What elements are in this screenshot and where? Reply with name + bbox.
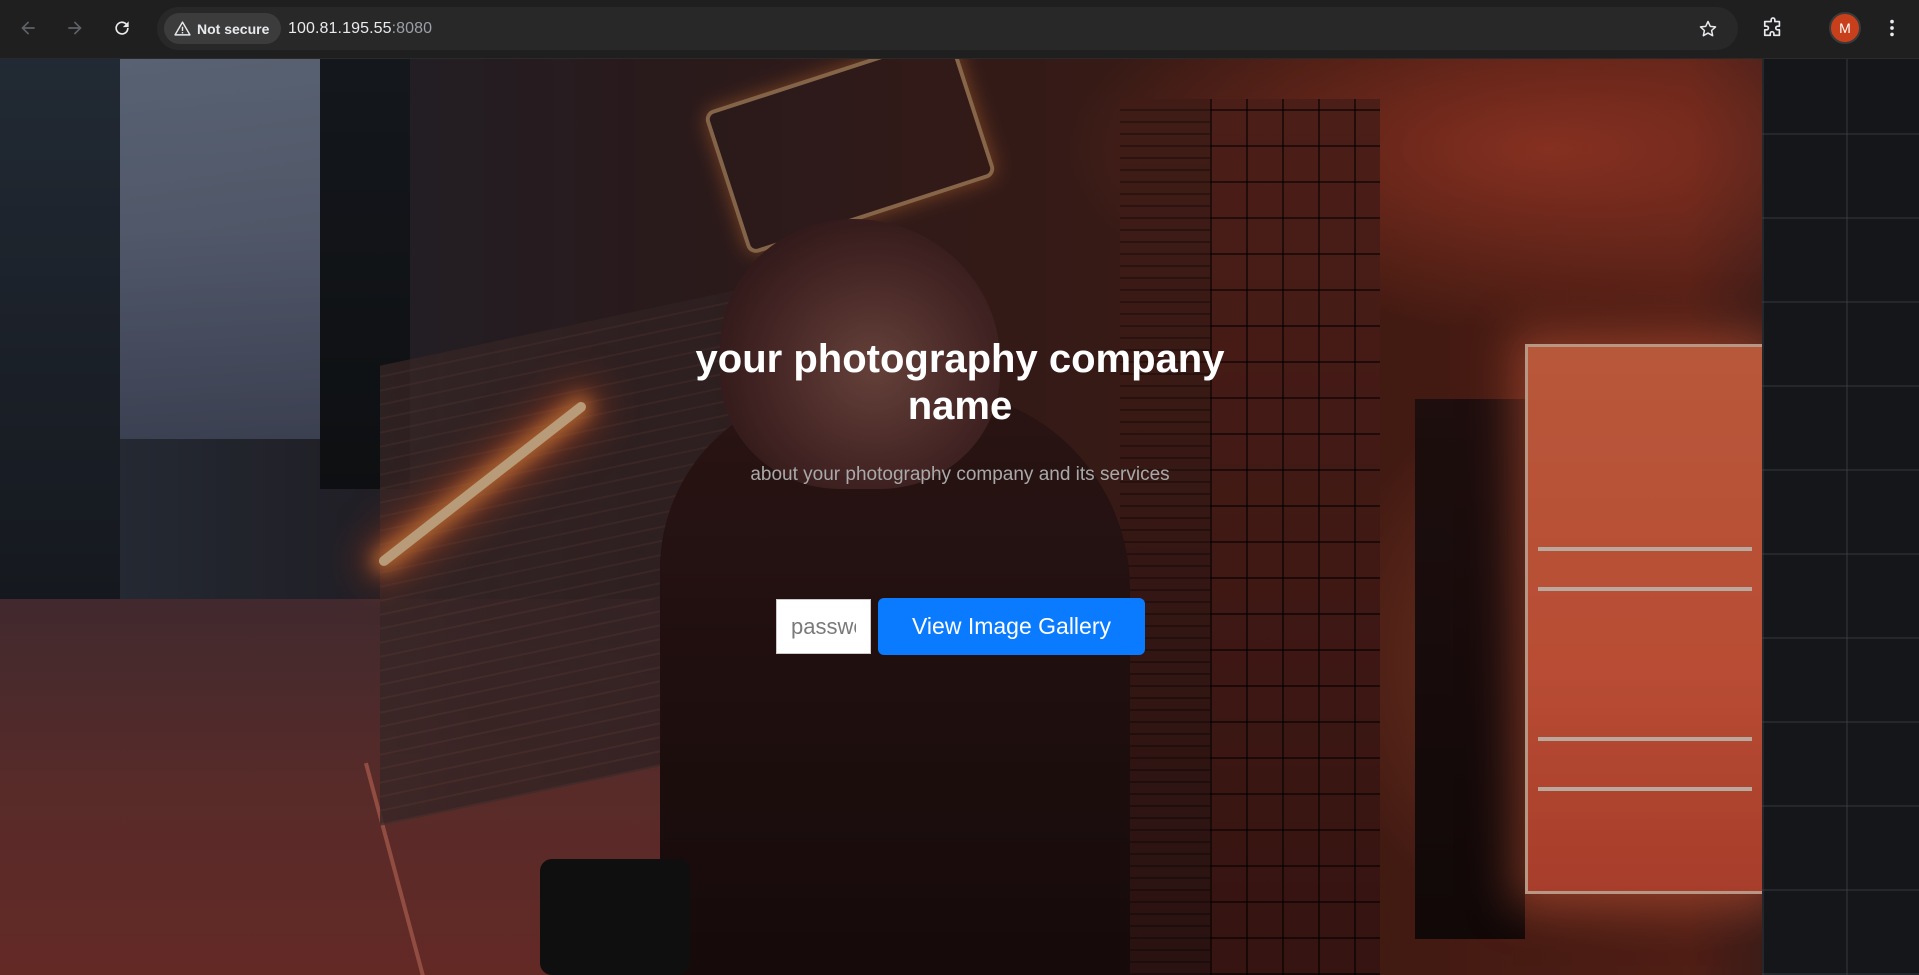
address-bar[interactable]: Not secure 100.81.195.55:8080 <box>157 7 1738 50</box>
password-input[interactable] <box>776 599 871 654</box>
browser-menu-button[interactable] <box>1876 12 1908 44</box>
kebab-menu-icon <box>1890 19 1894 37</box>
view-gallery-button[interactable]: View Image Gallery <box>878 598 1145 655</box>
url-port: :8080 <box>391 19 433 37</box>
reload-button[interactable] <box>106 12 138 44</box>
hero-section: your photography company name about your… <box>640 336 1280 486</box>
back-arrow-icon <box>21 21 35 35</box>
extensions-button[interactable] <box>1757 12 1789 44</box>
security-label: Not secure <box>197 20 270 37</box>
url-text[interactable]: 100.81.195.55:8080 <box>288 7 432 50</box>
forward-arrow-icon <box>68 21 82 35</box>
profile-avatar[interactable]: M <box>1829 12 1861 44</box>
star-icon <box>1699 20 1717 37</box>
hero-title: your photography company name <box>695 337 1225 428</box>
page-viewport <box>0 59 1919 975</box>
browser-toolbar: Not secure 100.81.195.55:8080 M <box>0 0 1919 59</box>
extensions-puzzle-icon <box>1763 17 1781 37</box>
forward-button[interactable] <box>59 12 91 44</box>
back-button[interactable] <box>12 12 44 44</box>
hero-subtitle: about your photography company and its s… <box>750 464 1170 485</box>
bookmark-button[interactable] <box>1696 17 1720 41</box>
url-host: 100.81.195.55 <box>288 19 392 37</box>
warning-triangle-icon <box>174 21 191 36</box>
gallery-access-form: View Image Gallery <box>776 597 1145 656</box>
background-dim-overlay <box>0 59 1919 975</box>
reload-icon <box>115 21 129 35</box>
security-indicator[interactable]: Not secure <box>164 13 282 44</box>
